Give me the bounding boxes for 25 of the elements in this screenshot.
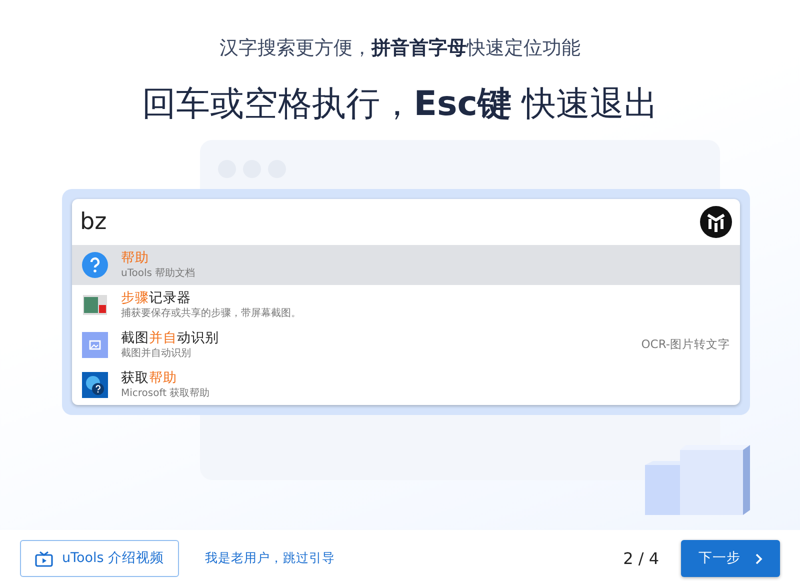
next-button[interactable]: 下一步	[681, 540, 780, 577]
tv-icon	[35, 550, 53, 566]
image-icon	[82, 332, 108, 358]
result-tag: OCR-图片转文字	[641, 336, 730, 354]
result-description: 截图并自动识别	[121, 347, 192, 360]
result-title: 帮助	[121, 250, 150, 267]
result-item[interactable]: 获取帮助 Microsoft 获取帮助	[72, 365, 740, 405]
result-title: 步骤记录器	[121, 290, 192, 307]
headline: 回车或空格执行，Esc键 快速退出	[140, 82, 660, 126]
skip-guide-link[interactable]: 我是老用户，跳过引导	[205, 549, 336, 568]
logo-icon	[700, 206, 732, 238]
result-item[interactable]: 截图并自动识别 截图并自动识别 OCR-图片转文字	[72, 325, 740, 365]
result-description: uTools 帮助文档	[121, 267, 196, 280]
result-item[interactable]: 步骤记录器 捕获要保存或共享的步骤，带屏幕截图。	[72, 285, 740, 325]
result-title: 获取帮助	[121, 370, 178, 387]
subtitle: 汉字搜索更方便，拼音首字母快速定位功能	[218, 36, 582, 61]
chat-help-icon	[82, 372, 108, 398]
intro-video-button[interactable]: uTools 介绍视频	[20, 540, 180, 577]
result-description: Microsoft 获取帮助	[121, 387, 210, 400]
help-icon	[82, 252, 108, 278]
result-title: 截图并自动识别	[121, 330, 219, 347]
chevron-right-icon	[754, 552, 762, 564]
result-description: 捕获要保存或共享的步骤，带屏幕截图。	[121, 307, 301, 320]
page-indicator: 2 / 4	[623, 548, 659, 570]
recorder-icon	[82, 292, 108, 318]
